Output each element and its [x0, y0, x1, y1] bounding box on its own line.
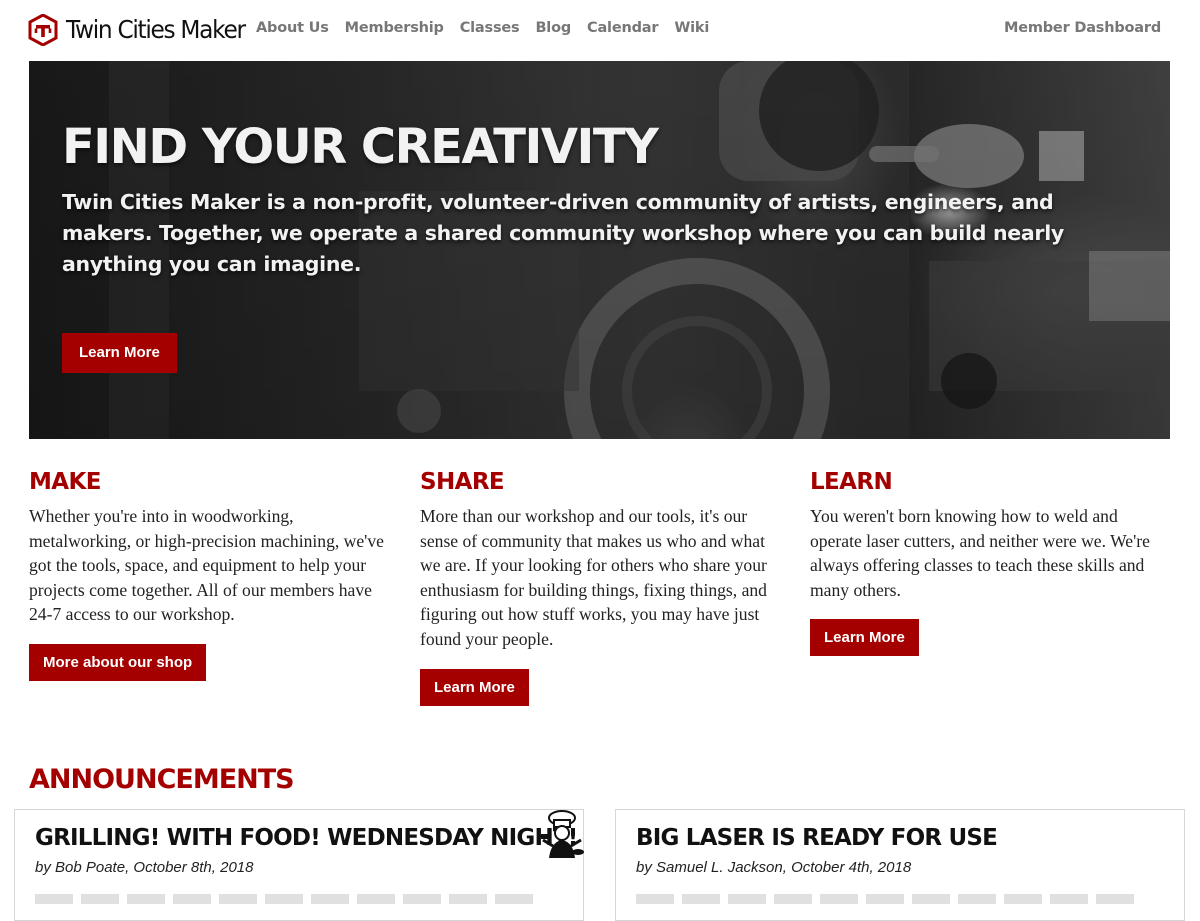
nav-about-us[interactable]: About Us [256, 20, 329, 36]
brand-name: Twin Cities Maker [66, 15, 246, 44]
feature-make: MAKE Whether you're into in woodworking,… [29, 466, 391, 681]
announcement-title[interactable]: BIG LASER IS READY FOR USE [636, 825, 998, 851]
announcement-byline: by Samuel L. Jackson, October 4th, 2018 [636, 859, 912, 876]
feature-share-heading: SHARE [420, 469, 505, 495]
nav-membership[interactable]: Membership [345, 20, 444, 36]
announcement-card[interactable]: GRILLING! WITH FOOD! WEDNESDAY NIGHT! by… [14, 809, 584, 921]
brand-link[interactable]: Twin Cities Maker [28, 13, 258, 47]
feature-learn-text: You weren't born knowing how to weld and… [810, 506, 1150, 600]
top-navigation: Twin Cities Maker About Us Membership Cl… [0, 0, 1200, 60]
chef-illustration-icon [541, 810, 584, 858]
hero-learn-more-button[interactable]: Learn More [62, 333, 177, 373]
nav-wiki[interactable]: Wiki [674, 20, 709, 36]
feature-learn-heading: LEARN [810, 469, 893, 495]
announcement-preview-text [636, 894, 1136, 904]
nav-calendar[interactable]: Calendar [587, 20, 658, 36]
hero-description: Twin Cities Maker is a non-profit, volun… [62, 190, 1064, 276]
announcement-preview-text [35, 894, 535, 904]
announcement-title[interactable]: GRILLING! WITH FOOD! WEDNESDAY NIGHT! [35, 825, 578, 851]
nav-member-dashboard[interactable]: Member Dashboard [1004, 20, 1161, 36]
brand-logo-icon [28, 14, 58, 46]
nav-classes[interactable]: Classes [460, 20, 520, 36]
feature-learn: LEARN You weren't born knowing how to we… [810, 466, 1172, 657]
nav-blog[interactable]: Blog [535, 20, 571, 36]
hero-banner: FIND YOUR CREATIVITY Twin Cities Maker i… [29, 61, 1170, 439]
announcement-byline: by Bob Poate, October 8th, 2018 [35, 859, 254, 876]
feature-share-text: More than our workshop and our tools, it… [420, 506, 767, 649]
share-learn-more-button[interactable]: Learn More [420, 668, 529, 706]
learn-learn-more-button[interactable]: Learn More [810, 619, 919, 657]
more-about-shop-button[interactable]: More about our shop [29, 643, 207, 681]
announcement-card[interactable]: BIG LASER IS READY FOR USE by Samuel L. … [615, 809, 1185, 921]
feature-make-heading: MAKE [29, 469, 101, 495]
feature-make-text: Whether you're into in woodworking, meta… [29, 506, 384, 625]
main-menu: About Us Membership Classes Blog Calenda… [256, 20, 725, 36]
announcements-heading: ANNOUNCEMENTS [29, 764, 295, 795]
hero-title: FIND YOUR CREATIVITY [62, 119, 659, 175]
feature-share: SHARE More than our workshop and our too… [420, 466, 782, 706]
